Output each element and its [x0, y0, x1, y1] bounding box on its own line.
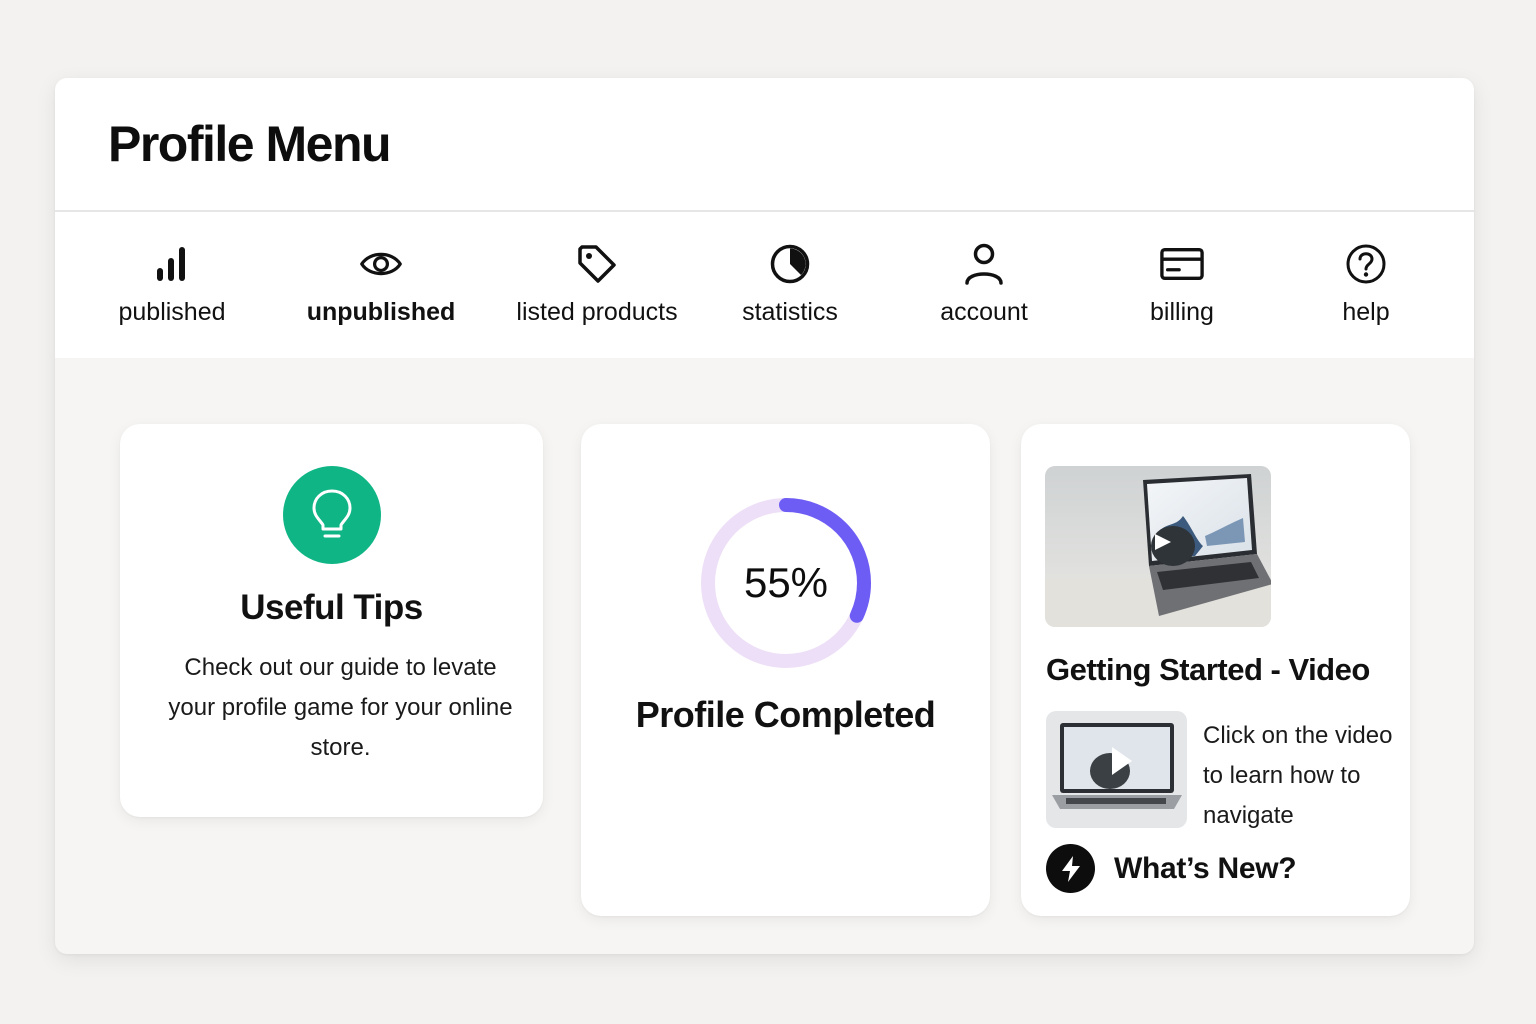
video-title: Getting Started - Video: [1046, 652, 1370, 687]
nav-item-billing[interactable]: billing: [1144, 212, 1220, 358]
whats-new-link[interactable]: What’s New?: [1046, 844, 1297, 893]
eye-icon: [359, 242, 403, 286]
profile-menu-panel: Profile Menu published unpublished liste…: [55, 78, 1474, 954]
page-title: Profile Menu: [108, 116, 392, 172]
nav-label-help: help: [1342, 298, 1390, 326]
tips-text: Check out our guide to levate your profi…: [168, 654, 513, 761]
tips-title: Useful Tips: [240, 588, 423, 627]
progress-value: 55%: [743, 559, 829, 606]
nav-label-billing: billing: [1150, 298, 1214, 326]
tag-icon: [575, 242, 619, 286]
user-icon: [962, 242, 1006, 286]
nav-item-statistics[interactable]: statistics: [738, 212, 842, 358]
lightning-bolt-icon: [1046, 844, 1095, 893]
nav-label-account: account: [940, 298, 1028, 326]
profile-progress-card: 55% Profile Completed: [581, 424, 990, 916]
pie-chart-icon: [768, 242, 812, 286]
credit-card-icon: [1160, 242, 1204, 286]
video-thumbnail[interactable]: [1045, 466, 1271, 627]
nav-bar: published unpublished listed products st…: [55, 212, 1474, 358]
nav-item-unpublished[interactable]: unpublished: [305, 212, 457, 358]
nav-item-listed-products[interactable]: listed products: [511, 212, 683, 358]
nav-item-account[interactable]: account: [935, 212, 1033, 358]
nav-label-published: published: [118, 298, 226, 326]
whats-new-label: What’s New?: [1114, 851, 1297, 885]
nav-label-listed-products: listed products: [516, 298, 678, 326]
progress-label: Profile Completed: [635, 694, 936, 735]
nav-label-statistics: statistics: [742, 298, 838, 326]
lightbulb-icon: [283, 466, 381, 564]
getting-started-card: Getting Started - Video Click on the vid…: [1021, 424, 1410, 916]
useful-tips-card[interactable]: Useful Tips Check out our guide to levat…: [120, 424, 543, 817]
nav-item-help[interactable]: help: [1333, 212, 1399, 358]
nav-item-published[interactable]: published: [115, 212, 229, 358]
help-circle-icon: [1344, 242, 1388, 286]
header: Profile Menu: [55, 78, 1474, 212]
nav-label-unpublished: unpublished: [306, 298, 456, 326]
video-description: Click on the video to learn how to navig…: [1203, 722, 1393, 829]
bar-chart-icon: [150, 242, 194, 286]
video-thumbnail-small[interactable]: [1046, 711, 1187, 828]
